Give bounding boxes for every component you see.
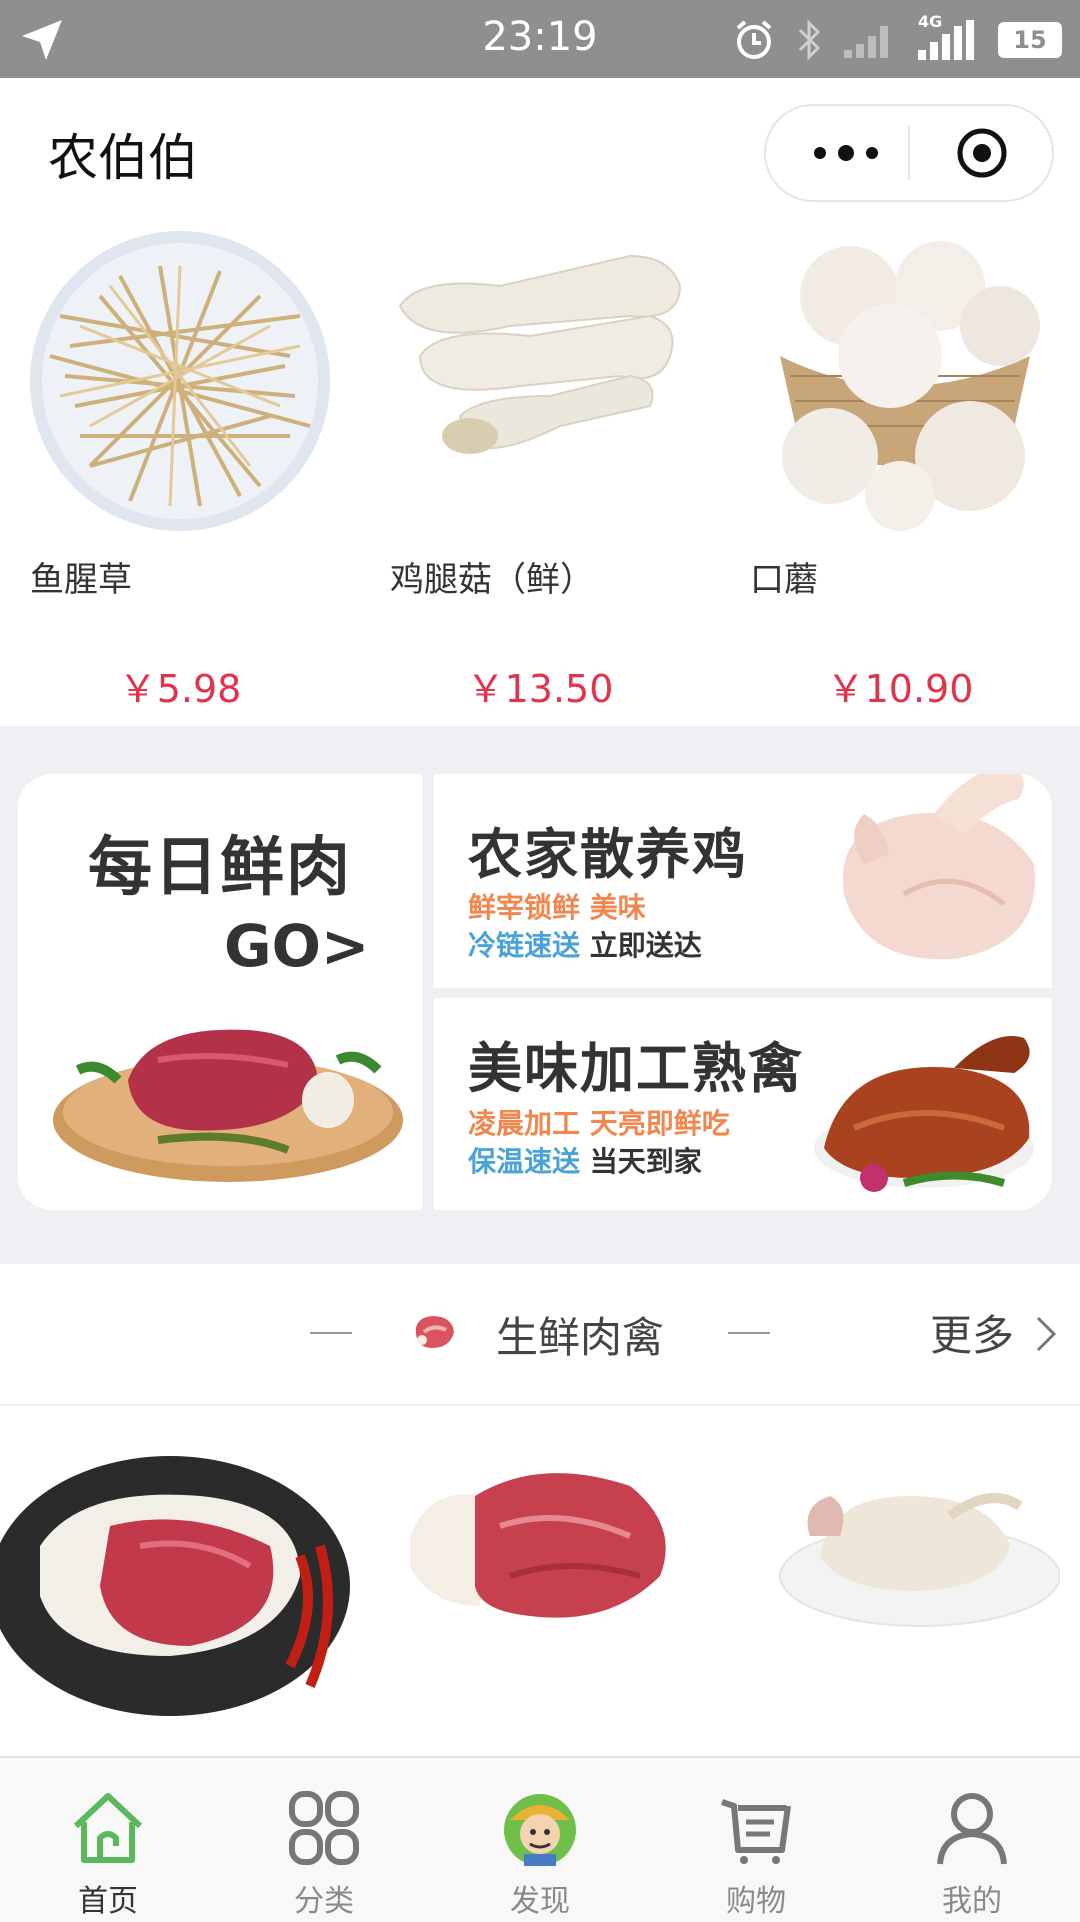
product-image-pork-chunk[interactable] <box>390 1436 690 1656</box>
tab-label: 购物 <box>726 1884 786 1919</box>
banner-line-text: 当天到家 <box>580 1145 702 1178</box>
signal-icon-1 <box>844 26 888 58</box>
product-card[interactable]: 鸡腿菇（鲜） ￥13.50 <box>360 222 720 726</box>
banner-left-title: 每日鲜肉 <box>88 831 352 905</box>
title-bar: 农伯伯 <box>0 78 1080 222</box>
raw-chicken-image <box>842 774 1035 960</box>
page-title: 农伯伯 <box>48 129 198 187</box>
banner-free-range-chicken[interactable]: 农家散养鸡 鲜宰锁鲜 美味 冷链速送 立即送达 <box>434 774 1052 988</box>
roast-duck-image <box>814 1036 1034 1192</box>
product-image-button-mushroom <box>780 241 1040 531</box>
user-icon <box>937 1793 1007 1865</box>
capsule-divider <box>908 126 910 180</box>
product-price: ￥13.50 <box>466 667 614 711</box>
status-bar: 23:19 4G 15 <box>0 0 1080 78</box>
banner-left-cta: GO> <box>224 912 370 980</box>
banner-line-highlight: 保温速送 <box>468 1145 581 1178</box>
banner-block-line: 保温速送 当天到家 <box>468 1140 702 1180</box>
section-title: 生鲜肉禽 <box>496 1313 665 1362</box>
tab-category[interactable]: 分类 <box>216 1758 432 1922</box>
banner-block-title: 农家散养鸡 <box>468 823 748 886</box>
mini-program-capsule <box>764 104 1054 202</box>
product-name: 口蘑 <box>750 560 818 600</box>
banner-line-text: 立即送达 <box>580 929 702 962</box>
banner-divider <box>422 774 434 1210</box>
home-icon <box>73 1793 143 1863</box>
section-header: 生鲜肉禽 更多 <box>0 1264 1080 1406</box>
banner-cooked-poultry[interactable]: 美味加工熟禽 凌晨加工 天亮即鲜吃 保温速送 当天到家 <box>434 998 1052 1210</box>
product-name: 鱼腥草 <box>30 560 132 600</box>
chevron-right-icon[interactable] <box>1034 1314 1058 1354</box>
section-dash-right <box>728 1332 770 1334</box>
banner-block-line: 凌晨加工 天亮即鲜吃 <box>468 1107 730 1140</box>
tab-label: 我的 <box>942 1884 1002 1919</box>
network-label: 4G <box>918 12 943 31</box>
more-link[interactable]: 更多 <box>930 1302 1014 1363</box>
product-name: 鸡腿菇（鲜） <box>390 560 594 600</box>
signal-icon-4g: 4G <box>916 12 980 62</box>
promo-banner: 每日鲜肉 GO> 农家散养鸡 鲜宰锁鲜 美味 冷链速送 立即送达 美味加工熟禽 … <box>18 774 1052 1210</box>
featured-products: 鱼腥草 ￥5.98 鸡腿菇（鲜） ￥13.50 口蘑 ￥10.90 <box>0 222 1080 726</box>
meat-icon <box>415 1316 454 1348</box>
tab-label: 发现 <box>510 1884 570 1919</box>
section-dash-left <box>310 1332 352 1334</box>
cart-icon <box>721 1799 791 1864</box>
more-dots-icon[interactable] <box>806 136 886 170</box>
tab-home[interactable]: 首页 <box>0 1758 216 1922</box>
product-image-pork-belly[interactable] <box>0 1436 354 1756</box>
banner-block-line: 冷链速送 立即送达 <box>468 924 702 964</box>
bluetooth-icon <box>798 19 821 61</box>
tab-cart[interactable]: 购物 <box>648 1758 864 1922</box>
product-image-mushroom <box>398 254 682 454</box>
product-image-houttuynia <box>30 231 330 531</box>
meat-board-image <box>53 1029 403 1182</box>
meat-products <box>0 1406 1080 1756</box>
target-close-icon[interactable] <box>956 127 1008 179</box>
product-card[interactable]: 口蘑 ￥10.90 <box>720 222 1080 726</box>
alarm-icon <box>736 20 772 59</box>
banner-line-highlight: 冷链速送 <box>468 929 581 962</box>
tab-label: 首页 <box>78 1884 138 1919</box>
category-grid-icon <box>289 1791 359 1865</box>
tab-me[interactable]: 我的 <box>864 1758 1080 1922</box>
promo-banner-section: 每日鲜肉 GO> 农家散养鸡 鲜宰锁鲜 美味 冷链速送 立即送达 美味加工熟禽 … <box>0 726 1080 1264</box>
bottom-tab-bar: 首页 分类 发现 购物 我的 <box>0 1756 1080 1922</box>
product-card[interactable]: 鱼腥草 ￥5.98 <box>0 222 360 726</box>
tab-discover[interactable]: 发现 <box>432 1758 648 1922</box>
banner-block-line: 鲜宰锁鲜 美味 <box>468 891 646 924</box>
product-price: ￥5.98 <box>118 667 242 711</box>
tab-label: 分类 <box>294 1884 354 1919</box>
battery-icon: 15 <box>998 22 1062 58</box>
product-price: ￥10.90 <box>826 667 974 711</box>
banner-block-title: 美味加工熟禽 <box>468 1037 804 1100</box>
product-image-whole-chicken[interactable] <box>770 1436 1060 1636</box>
farmer-avatar-icon <box>504 1794 576 1866</box>
banner-divider <box>434 988 1052 998</box>
banner-fresh-meat[interactable]: 每日鲜肉 GO> <box>18 774 422 1210</box>
